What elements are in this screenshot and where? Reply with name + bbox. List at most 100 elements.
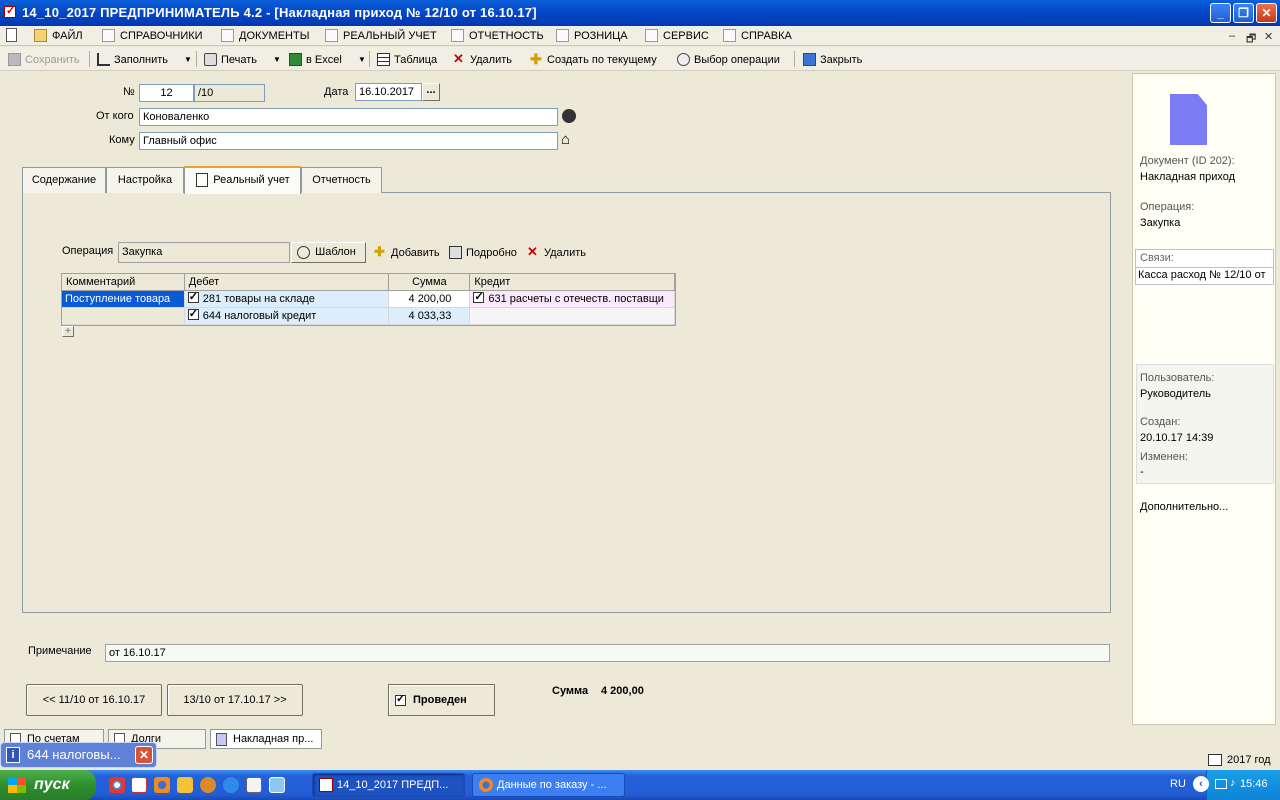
start-button[interactable]: пуск: [0, 770, 96, 800]
next-document-button[interactable]: 13/10 от 17.10.17 >>: [167, 684, 303, 716]
notification-close-button[interactable]: ✕: [135, 746, 153, 764]
info-icon: i: [6, 747, 20, 763]
menu-retail[interactable]: РОЗНИЦА: [556, 28, 628, 44]
to-input[interactable]: Главный офис: [139, 132, 558, 150]
mdi-minimize-button[interactable]: –: [1229, 30, 1235, 42]
paint-icon[interactable]: [177, 777, 193, 793]
column-credit[interactable]: Кредит: [470, 274, 675, 290]
comment-cell[interactable]: Поступление товара: [62, 291, 185, 307]
debit-checkbox[interactable]: [187, 308, 199, 322]
column-debit[interactable]: Дебет: [185, 274, 390, 290]
credit-text: 631 расчеты с отечеств. поставщи: [488, 293, 664, 305]
amount-cell[interactable]: 4 033,33: [389, 308, 471, 324]
debit-cell[interactable]: 644 налоговый кредит: [184, 308, 390, 324]
cash-register-icon: [556, 29, 569, 42]
menu-file-label: ФАЙЛ: [52, 30, 83, 42]
menu-documents[interactable]: ДОКУМЕНТЫ: [221, 28, 309, 44]
mdi-close-button[interactable]: ✕: [1264, 30, 1273, 43]
menu-reports[interactable]: ОТЧЕТНОСТЬ: [451, 28, 544, 44]
date-input[interactable]: 16.10.2017: [355, 83, 422, 101]
mail-icon[interactable]: [131, 777, 147, 793]
windows-logo-icon: [8, 777, 26, 793]
linked-document-link[interactable]: Касса расход № 12/10 от: [1135, 268, 1274, 285]
tab-settings[interactable]: Настройка: [106, 167, 184, 193]
prev-document-button[interactable]: << 11/10 от 16.10.17: [26, 684, 162, 716]
posted-checkbox[interactable]: [395, 692, 406, 706]
ie-icon[interactable]: [223, 777, 239, 793]
delete-button[interactable]: ✕ Удалить: [453, 52, 512, 68]
language-indicator[interactable]: RU: [1170, 778, 1186, 790]
menu-service[interactable]: СЕРВИС: [645, 28, 709, 44]
close-doc-button[interactable]: Закрыть: [803, 52, 862, 68]
debit-cell[interactable]: 281 товары на складе: [184, 291, 390, 307]
print-dropdown-arrow[interactable]: ▼: [273, 55, 281, 64]
template-label: Шаблон: [315, 246, 356, 258]
clock[interactable]: 15:46: [1240, 778, 1268, 790]
taskbar-app-predprinimatel[interactable]: 14_10_2017 ПРЕДП...: [312, 773, 465, 797]
table-button[interactable]: Таблица: [377, 52, 437, 68]
debit-checkbox[interactable]: [187, 291, 199, 305]
add-entry-button[interactable]: ✚ Добавить: [374, 245, 440, 261]
to-label: Кому: [109, 134, 135, 146]
date-picker-button[interactable]: ...: [422, 83, 440, 101]
delete-entry-button[interactable]: ✕ Удалить: [527, 245, 586, 261]
taskbar-app-firefox[interactable]: Данные по заказу - ...: [472, 773, 625, 797]
table-row[interactable]: Поступление товара 281 товары на складе …: [62, 291, 675, 308]
credit-cell[interactable]: 631 расчеты с отечеств. поставщи: [470, 291, 675, 307]
house-icon[interactable]: ⌂: [561, 132, 570, 148]
menu-real-accounting[interactable]: РЕАЛЬНЫЙ УЧЕТ: [325, 28, 437, 44]
table-row[interactable]: 644 налоговый кредит 4 033,33: [62, 308, 675, 325]
person-icon[interactable]: [562, 109, 576, 123]
window-tab-invoice[interactable]: Накладная пр...: [210, 729, 322, 749]
doc-type-value: Накладная приход: [1140, 171, 1236, 183]
more-info-link[interactable]: Дополнительно...: [1140, 501, 1228, 513]
gear-app-icon[interactable]: [200, 777, 216, 793]
from-input[interactable]: Коноваленко: [139, 108, 558, 126]
note-input[interactable]: от 16.10.17: [105, 644, 1110, 662]
details-button[interactable]: Подробно: [449, 245, 517, 261]
column-amount[interactable]: Сумма: [389, 274, 471, 290]
toolbar-separator: [794, 51, 795, 67]
volume-icon[interactable]: ♪: [1230, 777, 1236, 789]
print-button[interactable]: Печать: [204, 52, 257, 68]
calculator-icon[interactable]: [246, 777, 262, 793]
export-excel-button[interactable]: в Excel: [289, 52, 342, 68]
menu-file[interactable]: ФАЙЛ: [34, 28, 83, 44]
fill-dropdown-arrow[interactable]: ▼: [184, 55, 192, 64]
new-document-icon[interactable]: [6, 28, 17, 42]
tray-expand-icon[interactable]: ‹: [1193, 776, 1209, 792]
expand-table-button[interactable]: +: [62, 326, 74, 337]
amount-cell[interactable]: 4 200,00: [389, 291, 471, 307]
tab-real-accounting-label: Реальный учет: [213, 174, 290, 186]
chrome-icon[interactable]: [109, 777, 125, 793]
column-comment[interactable]: Комментарий: [62, 274, 185, 290]
fill-button[interactable]: Заполнить: [97, 52, 168, 68]
firefox-icon[interactable]: [154, 777, 170, 793]
menu-help[interactable]: СПРАВКА: [723, 28, 792, 44]
posted-box[interactable]: Проведен: [388, 684, 495, 716]
delete-x-icon: ✕: [453, 51, 464, 66]
menu-directories[interactable]: СПРАВОЧНИКИ: [102, 28, 203, 44]
excel-dropdown-arrow[interactable]: ▼: [358, 55, 366, 64]
notification-popup[interactable]: i 644 налоговы... ✕: [0, 742, 157, 768]
maximize-button[interactable]: ❐: [1233, 3, 1254, 23]
close-window-button[interactable]: ✕: [1256, 3, 1277, 23]
minimize-button[interactable]: _: [1210, 3, 1231, 23]
tab-real-accounting[interactable]: Реальный учет: [184, 166, 301, 194]
total-value: 4 200,00: [601, 685, 644, 697]
quicklaunch-app-icon[interactable]: [269, 777, 285, 793]
tab-reporting[interactable]: Отчетность: [301, 167, 382, 193]
comment-cell[interactable]: [62, 308, 185, 324]
template-button[interactable]: Шаблон: [291, 242, 366, 263]
total-label: Сумма: [552, 685, 589, 697]
save-button[interactable]: Сохранить: [8, 52, 80, 68]
credit-cell[interactable]: [470, 308, 675, 324]
choose-operation-button[interactable]: Выбор операции: [677, 52, 780, 68]
tab-contents[interactable]: Содержание: [22, 167, 106, 193]
table-label: Таблица: [394, 54, 438, 66]
network-icon[interactable]: [1215, 779, 1227, 789]
help-icon: [723, 29, 736, 42]
number-input[interactable]: 12: [139, 84, 194, 102]
create-from-current-button[interactable]: ✚ Создать по текущему: [530, 52, 657, 68]
credit-checkbox[interactable]: [473, 291, 485, 305]
